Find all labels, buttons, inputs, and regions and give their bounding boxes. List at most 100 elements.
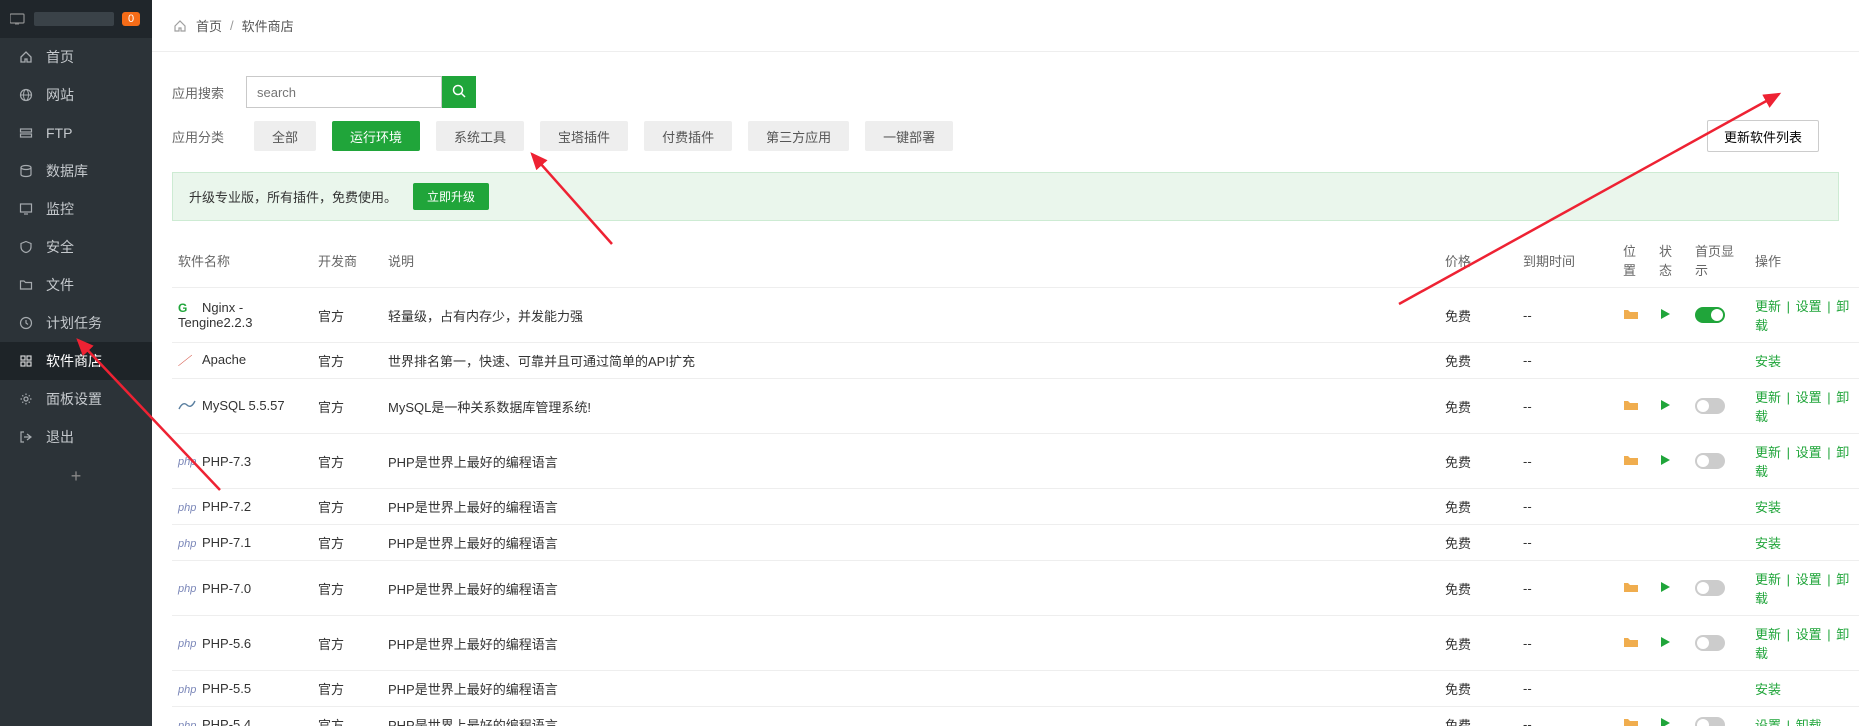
cell-loc <box>1617 288 1653 343</box>
op-卸载[interactable]: 卸载 <box>1796 718 1822 726</box>
category-2[interactable]: 系统工具 <box>436 121 524 151</box>
cell-loc <box>1617 343 1653 379</box>
op-安装[interactable]: 安装 <box>1755 536 1781 551</box>
folder-icon[interactable] <box>1623 455 1639 470</box>
op-更新[interactable]: 更新 <box>1755 390 1781 405</box>
category-1[interactable]: 运行环境 <box>332 121 420 151</box>
cell-exp: -- <box>1517 288 1617 343</box>
sidebar-item-label: 软件商店 <box>46 351 102 371</box>
home-toggle[interactable] <box>1695 307 1725 323</box>
cell-home <box>1689 288 1749 343</box>
cell-price: 免费 <box>1439 671 1517 707</box>
sidebar-item-home[interactable]: 首页 <box>0 38 152 76</box>
op-更新[interactable]: 更新 <box>1755 627 1781 642</box>
php-icon: php <box>178 502 198 514</box>
cell-name: phpPHP-5.6 <box>172 616 312 671</box>
cell-price: 免费 <box>1439 616 1517 671</box>
play-icon[interactable] <box>1659 399 1671 414</box>
home-toggle[interactable] <box>1695 398 1725 414</box>
cell-dev: 官方 <box>312 616 382 671</box>
op-设置[interactable]: 设置 <box>1796 390 1822 405</box>
cell-status <box>1653 561 1689 616</box>
update-list-button[interactable]: 更新软件列表 <box>1707 120 1819 152</box>
cell-home <box>1689 525 1749 561</box>
sidebar-item-shield[interactable]: 安全 <box>0 228 152 266</box>
col-header: 位置 <box>1617 233 1653 288</box>
cell-status <box>1653 489 1689 525</box>
play-icon[interactable] <box>1659 308 1671 323</box>
folder-icon[interactable] <box>1623 400 1639 415</box>
sidebar-item-clock[interactable]: 计划任务 <box>0 304 152 342</box>
op-更新[interactable]: 更新 <box>1755 299 1781 314</box>
op-设置[interactable]: 设置 <box>1796 299 1822 314</box>
play-icon[interactable] <box>1659 454 1671 469</box>
category-6[interactable]: 一键部署 <box>865 121 953 151</box>
cell-desc: PHP是世界上最好的编程语言 <box>382 434 1439 489</box>
table-row: phpPHP-5.6 官方 PHP是世界上最好的编程语言 免费 -- 更新 | … <box>172 616 1859 671</box>
breadcrumb-home[interactable]: 首页 <box>196 16 222 35</box>
op-设置[interactable]: 设置 <box>1796 445 1822 460</box>
category-4[interactable]: 付费插件 <box>644 121 732 151</box>
cell-status <box>1653 288 1689 343</box>
sidebar-item-grid[interactable]: 软件商店 <box>0 342 152 380</box>
op-安装[interactable]: 安装 <box>1755 354 1781 369</box>
cell-home <box>1689 616 1749 671</box>
sidebar-item-exit[interactable]: 退出 <box>0 418 152 456</box>
cell-dev: 官方 <box>312 489 382 525</box>
play-icon[interactable] <box>1659 636 1671 651</box>
op-设置[interactable]: 设置 <box>1755 718 1781 726</box>
cell-status <box>1653 379 1689 434</box>
cell-exp: -- <box>1517 616 1617 671</box>
folder-icon[interactable] <box>1623 309 1639 324</box>
op-设置[interactable]: 设置 <box>1796 627 1822 642</box>
cell-home <box>1689 434 1749 489</box>
breadcrumb: 首页 / 软件商店 <box>152 0 1859 52</box>
promo-upgrade-button[interactable]: 立即升级 <box>413 183 489 210</box>
category-5[interactable]: 第三方应用 <box>748 121 849 151</box>
cell-desc: 世界排名第一，快速、可靠并且可通过简单的API扩充 <box>382 343 1439 379</box>
sidebar-item-label: FTP <box>46 125 72 141</box>
cell-ops: 更新 | 设置 | 卸载 <box>1749 379 1859 434</box>
folder-icon[interactable] <box>1623 718 1639 726</box>
col-header: 开发商 <box>312 233 382 288</box>
col-header: 价格 <box>1439 233 1517 288</box>
col-header: 状态 <box>1653 233 1689 288</box>
notification-badge[interactable]: 0 <box>122 12 140 26</box>
sidebar-item-ftp[interactable]: FTP <box>0 114 152 152</box>
folder-icon[interactable] <box>1623 637 1639 652</box>
category-3[interactable]: 宝塔插件 <box>540 121 628 151</box>
op-安装[interactable]: 安装 <box>1755 500 1781 515</box>
cell-price: 免费 <box>1439 343 1517 379</box>
home-toggle[interactable] <box>1695 453 1725 469</box>
cell-status <box>1653 707 1689 726</box>
cell-home <box>1689 561 1749 616</box>
sidebar-item-folder[interactable]: 文件 <box>0 266 152 304</box>
cell-ops: 安装 <box>1749 525 1859 561</box>
sidebar-item-monitor[interactable]: 监控 <box>0 190 152 228</box>
sidebar-item-gear[interactable]: 面板设置 <box>0 380 152 418</box>
op-更新[interactable]: 更新 <box>1755 572 1781 587</box>
sidebar-item-globe[interactable]: 网站 <box>0 76 152 114</box>
folder-icon[interactable] <box>1623 582 1639 597</box>
cell-dev: 官方 <box>312 379 382 434</box>
home-toggle[interactable] <box>1695 717 1725 726</box>
op-更新[interactable]: 更新 <box>1755 445 1781 460</box>
play-icon[interactable] <box>1659 717 1671 726</box>
table-row: phpPHP-7.2 官方 PHP是世界上最好的编程语言 免费 -- 安装 <box>172 489 1859 525</box>
search-button[interactable] <box>442 76 476 108</box>
home-toggle[interactable] <box>1695 635 1725 651</box>
search-input[interactable] <box>246 76 442 108</box>
cell-dev: 官方 <box>312 525 382 561</box>
category-0[interactable]: 全部 <box>254 121 316 151</box>
sidebar-add[interactable]: + <box>0 456 152 497</box>
cell-ops: 更新 | 设置 | 卸载 <box>1749 434 1859 489</box>
cell-desc: PHP是世界上最好的编程语言 <box>382 671 1439 707</box>
cell-name: ／Apache <box>172 343 312 379</box>
cell-ops: 设置 | 卸载 <box>1749 707 1859 726</box>
home-toggle[interactable] <box>1695 580 1725 596</box>
cell-home <box>1689 671 1749 707</box>
op-设置[interactable]: 设置 <box>1796 572 1822 587</box>
play-icon[interactable] <box>1659 581 1671 596</box>
sidebar-item-db[interactable]: 数据库 <box>0 152 152 190</box>
op-安装[interactable]: 安装 <box>1755 682 1781 697</box>
